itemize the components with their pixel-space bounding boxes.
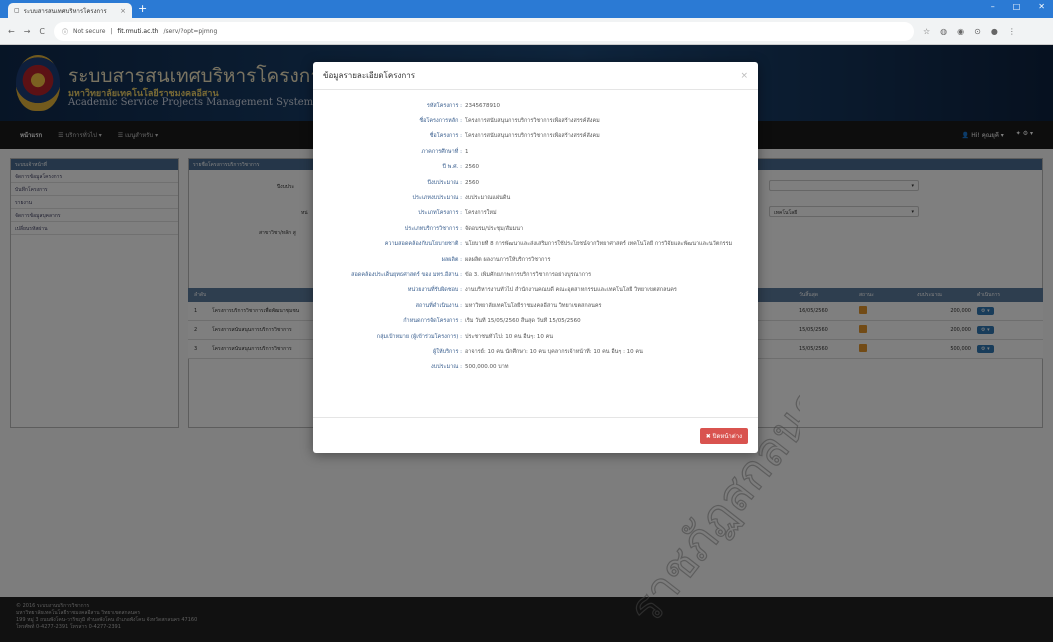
detail-row: ผู้ให้บริการ : อาจารย์: 10 คน นักศึกษา: 1… [313,344,758,359]
detail-row: ประเภทงบประมาณ : งบประมาณแผ่นดิน [313,190,758,205]
detail-label: กำหนดการจัดโครงการ : [403,318,462,325]
detail-label: ชื่อโครงการหลัก : [419,118,462,125]
detail-value: โครงการสนับสนุนการบริการวิชาการเพื่อสร้า… [465,133,600,140]
browser-chrome: ▢ ระบบสารสนเทศบริหารโครงการ × + – □ ✕ ← … [0,0,1053,45]
detail-label: ประเภทงบประมาณ : [412,195,462,202]
browser-tools: ☆ ◍ ◉ ⊙ ● ⋮ [923,27,1016,36]
modal-close-icon[interactable]: × [740,71,748,81]
profile-icon[interactable]: ● [991,27,998,36]
modal-detail-rows: รหัสโครงการ :2345678910 ชื่อโครงการหลัก :… [313,98,758,375]
detail-label: กลุ่มเป้าหมาย (ผู้เข้าร่วมโครงการ) : [376,333,462,340]
browser-tab[interactable]: ▢ ระบบสารสนเทศบริหารโครงการ × [8,3,132,18]
maximize-icon[interactable]: □ [1013,2,1021,11]
detail-value: ผลผลิต ผลงานการให้บริการวิชาการ [465,256,551,263]
url-path: /serv/?opt=pjmng [163,27,218,35]
modal-footer: ✖ ปิดหน้าต่าง [313,417,758,453]
detail-value: 500,000.00 บาท [465,364,509,371]
close-window-icon[interactable]: ✕ [1038,2,1045,11]
menu-kebab-icon[interactable]: ⋮ [1008,27,1016,36]
detail-label: ผลผลิต : [441,256,462,263]
forward-icon[interactable]: → [24,27,31,36]
detail-label: สถานที่ดำเนินงาน : [415,302,462,309]
detail-label: ความสอดคล้องกับนโยบายชาติ : [384,241,462,248]
bookmark-star-icon[interactable]: ☆ [923,27,930,36]
detail-row: สถานที่ดำเนินงาน : มหาวิทยาลัยเทคโนโลยีรา… [313,298,758,313]
detail-row: งบประมาณ :500,000.00 บาท [313,360,758,375]
extension-icon-3[interactable]: ⊙ [974,27,981,36]
url-separator: | [110,27,113,35]
detail-row: ภาคการศึกษาที่ :1 [313,144,758,159]
detail-row: ความสอดคล้องกับนโยบายชาติ : นโยบายที่ 8 ก… [313,237,758,252]
close-window-button[interactable]: ✖ ปิดหน้าต่าง [699,428,748,444]
modal-header: ข้อมูลรายละเอียดโครงการ × [313,62,758,90]
tab-title: ระบบสารสนเทศบริหารโครงการ [23,7,107,15]
detail-value: เริ่ม วันที่ 15/05/2560 สิ้นสุด วันที่ 1… [465,318,581,325]
url-host: fit.rmuti.ac.th [117,27,159,35]
detail-row: ปี พ.ศ. :2560 [313,160,758,175]
back-icon[interactable]: ← [8,27,15,36]
detail-label: ปีงบประมาณ : [427,179,463,186]
extension-icon-2[interactable]: ◉ [957,27,964,36]
detail-label: รหัสโครงการ : [426,102,462,109]
detail-row: ชื่อโครงการหลัก : โครงการสนับสนุนการบริกา… [313,113,758,128]
detail-value: โครงการใหม่ [465,210,497,217]
detail-row: กลุ่มเป้าหมาย (ผู้เข้าร่วมโครงการ) : ประช… [313,329,758,344]
detail-value: งบประมาณแผ่นดิน [465,195,511,202]
detail-value: อาจารย์: 10 คน นักศึกษา: 10 คน บุคลากรเจ… [465,348,643,355]
detail-value: จัดอบรม/ประชุม/สัมมนา [465,225,524,232]
detail-value: งานบริหารงานทั่วไป สำนักงานคณบดี คณะอุตส… [465,287,677,294]
detail-row: รหัสโครงการ :2345678910 [313,98,758,113]
close-tab-icon[interactable]: × [120,7,126,15]
detail-value: นโยบายที่ 8 การพัฒนาและส่งเสริมการใช้ประ… [465,241,733,248]
extension-icon[interactable]: ◍ [940,27,947,36]
detail-value: 2560 [465,164,479,171]
address-bar-row: ← → C ⓘ Not secure | fit.rmuti.ac.th/ser… [0,18,1053,45]
page-icon: ▢ [14,7,20,14]
info-icon: ⓘ [62,28,69,36]
detail-row: หน่วยงานที่รับผิดชอบ : งานบริหารงานทั่วไป… [313,283,758,298]
detail-label: งบประมาณ : [431,364,462,371]
detail-label: ปี พ.ศ. : [442,164,462,171]
detail-label: ชื่อโครงการ : [429,133,462,140]
detail-label: หน่วยงานที่รับผิดชอบ : [407,287,462,294]
detail-row: ประเภทบริการวิชาการ : จัดอบรม/ประชุม/สัมม… [313,221,758,236]
minimize-icon[interactable]: – [991,2,995,11]
project-detail-modal: ข้อมูลรายละเอียดโครงการ × รหัสโครงการ :2… [313,62,758,453]
detail-row: ชื่อโครงการ : โครงการสนับสนุนการบริการวิช… [313,129,758,144]
detail-row: ผลผลิต : ผลผลิต ผลงานการให้บริการวิชาการ [313,252,758,267]
detail-row: กำหนดการจัดโครงการ : เริ่ม วันที่ 15/05/2… [313,313,758,328]
new-tab-button[interactable]: + [138,3,147,14]
detail-value: 2560 [465,179,479,186]
security-label: Not secure [73,27,106,35]
detail-label: ประเภทโครงการ : [418,210,462,217]
detail-value: มหาวิทยาลัยเทคโนโลยีราชมงคลอีสาน วิทยาเข… [465,302,602,309]
modal-title: ข้อมูลรายละเอียดโครงการ [323,71,416,80]
detail-label: ผู้ให้บริการ : [433,348,462,355]
detail-label: ภาคการศึกษาที่ : [421,148,462,155]
window-controls: – □ ✕ [991,2,1045,11]
detail-value: 2345678910 [465,102,500,109]
detail-value: โครงการสนับสนุนการบริการวิชาการเพื่อสร้า… [465,118,600,125]
detail-value: ประชาชนทั่วไป: 10 คน อื่นๆ: 10 คน [465,333,554,340]
detail-label: สอดคล้องประเด็นยุทธศาสตร์ ของ มทร.อีสาน … [351,271,462,278]
detail-value: 1 [465,148,469,155]
tab-bar: ▢ ระบบสารสนเทศบริหารโครงการ × + – □ ✕ [0,0,1053,18]
detail-row: ประเภทโครงการ : โครงการใหม่ [313,206,758,221]
close-window-button-label: ปิดหน้าต่าง [712,433,742,440]
detail-row: ปีงบประมาณ :2560 [313,175,758,190]
detail-value: ข้อ 3. เพิ่มศักยภาพการบริการวิชาการอย่าง… [465,271,592,278]
detail-label: ประเภทบริการวิชาการ : [404,225,462,232]
url-field[interactable]: ⓘ Not secure | fit.rmuti.ac.th/serv/?opt… [54,21,914,41]
reload-icon[interactable]: C [39,27,45,36]
detail-row: สอดคล้องประเด็นยุทธศาสตร์ ของ มทร.อีสาน … [313,267,758,282]
